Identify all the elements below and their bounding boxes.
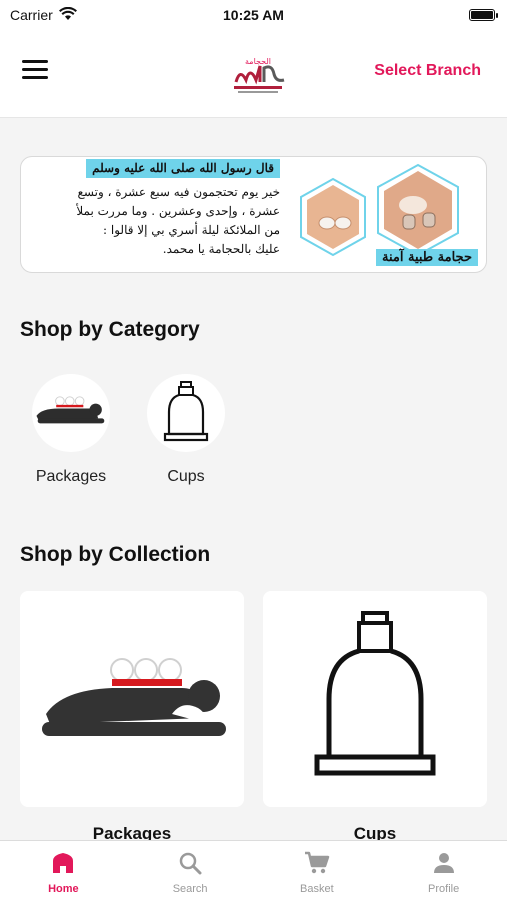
tab-home[interactable]: Home bbox=[0, 841, 127, 900]
collection-section-title: Shop by Collection bbox=[20, 543, 211, 566]
banner-line: خير يوم تحتجمون فيه سبع عشرة ، وتسع bbox=[77, 185, 280, 199]
packages-icon bbox=[32, 644, 232, 755]
banner-line: عليك بالحجامة يا محمد. bbox=[162, 242, 280, 256]
packages-icon bbox=[34, 391, 108, 436]
tab-basket[interactable]: Basket bbox=[254, 841, 381, 900]
app-header: الحجامة Select Branch bbox=[0, 30, 507, 118]
status-bar: Carrier 10:25 AM bbox=[0, 0, 507, 30]
status-left: Carrier bbox=[10, 6, 77, 24]
category-circle bbox=[32, 374, 110, 452]
cup-icon bbox=[161, 380, 211, 447]
cup-icon bbox=[305, 609, 445, 790]
menu-button[interactable] bbox=[22, 60, 48, 82]
banner-caption: حجامة طبية آمنة bbox=[375, 249, 478, 266]
banner-line: قال رسول الله صلى الله عليه وسلم bbox=[86, 159, 280, 178]
banner-line: من الملائكة ليلة أسري بي إلا قالوا : bbox=[103, 223, 280, 237]
collection-card-packages[interactable] bbox=[20, 591, 244, 807]
category-section-title: Shop by Category bbox=[20, 318, 200, 341]
carrier-label: Carrier bbox=[10, 7, 53, 23]
category-label: Packages bbox=[35, 468, 107, 485]
category-circle bbox=[147, 374, 225, 452]
banner-line: عشرة ، وإحدى وعشرين . وما مررت بملأ bbox=[76, 204, 280, 218]
category-label: Cups bbox=[167, 468, 205, 485]
collection-card-cups[interactable] bbox=[263, 591, 487, 807]
tab-label: Basket bbox=[300, 883, 334, 895]
select-branch-button[interactable]: Select Branch bbox=[374, 62, 481, 80]
app-logo: الحجامة bbox=[226, 52, 290, 96]
promo-banner[interactable]: قال رسول الله صلى الله عليه وسلم خير يوم… bbox=[20, 156, 487, 273]
battery-icon bbox=[469, 9, 498, 21]
wifi-icon bbox=[58, 6, 77, 24]
menu-bar bbox=[22, 60, 48, 63]
menu-bar bbox=[22, 76, 48, 79]
tab-label: Search bbox=[172, 883, 208, 895]
tab-profile[interactable]: Profile bbox=[380, 841, 507, 900]
banner-hadith-text: قال رسول الله صلى الله عليه وسلم خير يوم… bbox=[35, 159, 280, 259]
tab-label: Profile bbox=[428, 883, 460, 895]
home-icon bbox=[50, 853, 76, 879]
tab-label: Home bbox=[48, 883, 79, 895]
category-cups[interactable]: Cups bbox=[136, 374, 236, 486]
profile-icon bbox=[432, 853, 456, 879]
svg-text:الحجامة: الحجامة bbox=[245, 57, 271, 66]
category-packages[interactable]: Packages bbox=[21, 374, 121, 486]
cart-icon bbox=[304, 851, 330, 879]
bottom-tab-bar: Home Search Basket Profile bbox=[0, 840, 507, 900]
menu-bar bbox=[22, 68, 48, 71]
tab-search[interactable]: Search bbox=[127, 841, 254, 900]
search-icon bbox=[178, 852, 202, 879]
